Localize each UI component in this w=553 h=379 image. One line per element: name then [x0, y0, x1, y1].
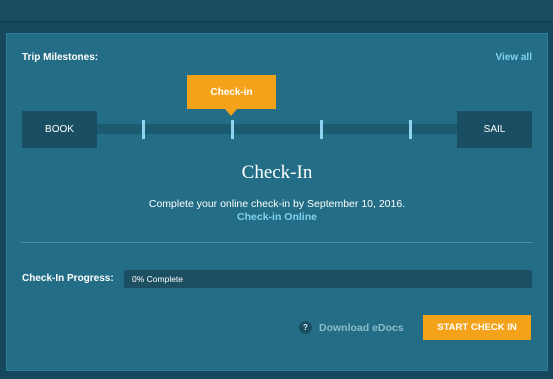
start-check-in-button[interactable]: START CHECK IN	[423, 315, 531, 340]
help-icon[interactable]: ?	[299, 321, 312, 334]
section-title: Check-In	[241, 162, 313, 183]
view-all-link[interactable]: View all	[495, 52, 532, 63]
milestone-tick	[409, 120, 412, 139]
progress-text: 0% Complete	[132, 274, 184, 284]
check-in-panel: Trip Milestones: View all BOOK SAIL Chec…	[6, 33, 548, 371]
top-bar	[0, 0, 553, 22]
trip-milestones-label: Trip Milestones:	[22, 52, 99, 63]
check-in-progress-label: Check-In Progress:	[22, 273, 114, 284]
milestone-tick	[142, 120, 145, 139]
divider	[21, 242, 533, 243]
milestone-tick	[320, 120, 323, 139]
deadline-text: Complete your online check-in by Septemb…	[148, 198, 406, 210]
download-edocs-link[interactable]: Download eDocs	[319, 322, 404, 334]
active-milestone-callout: Check-in	[187, 75, 276, 116]
milestone-sail: SAIL	[457, 111, 532, 148]
check-in-online-link[interactable]: Check-in Online	[7, 211, 547, 223]
milestone-track	[97, 124, 457, 134]
milestone-tick-active	[231, 120, 234, 139]
milestone-book: BOOK	[22, 111, 97, 148]
check-in-progress-bar: 0% Complete	[124, 270, 532, 288]
